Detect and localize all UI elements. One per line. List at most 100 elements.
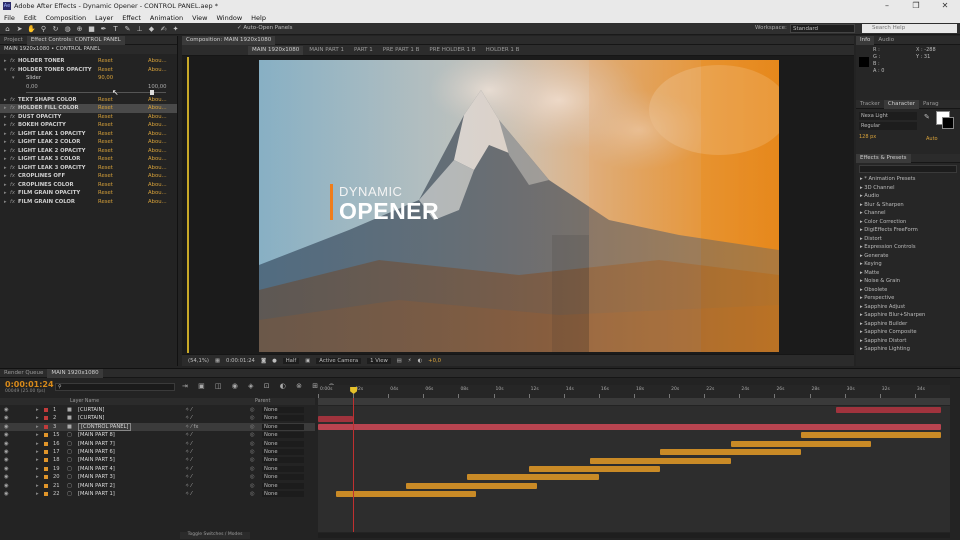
layer-label-color[interactable] bbox=[44, 416, 48, 421]
twirl-icon[interactable]: ▸ bbox=[4, 164, 7, 173]
layer-duration-bar[interactable] bbox=[660, 449, 801, 456]
toggle-switches-modes-button[interactable]: Toggle Switches / Modes bbox=[180, 532, 250, 539]
fast-preview-icon[interactable]: ⚡ bbox=[408, 358, 412, 364]
visibility-eye-icon[interactable]: ◉ bbox=[4, 440, 9, 448]
font-style-select[interactable]: Regular bbox=[859, 122, 917, 130]
menu-effect[interactable]: Effect bbox=[122, 14, 141, 22]
playhead-handle[interactable] bbox=[350, 387, 358, 394]
color-icon[interactable]: ● bbox=[272, 358, 277, 364]
exposure-icon[interactable]: ◐ bbox=[418, 358, 423, 364]
layer-label-color[interactable] bbox=[44, 450, 48, 454]
layer-duration-bar[interactable] bbox=[835, 407, 942, 414]
layer-switches[interactable]: ✧ ⁄ bbox=[185, 440, 192, 448]
twirl-icon[interactable]: ▸ bbox=[4, 155, 7, 164]
layer-switches[interactable]: ✧ ⁄ bbox=[185, 414, 192, 422]
zoom-tool-icon[interactable]: ⚲ bbox=[39, 25, 48, 33]
timeline-switch-icons[interactable]: ⇥ ▣ ◫ ◉ ◈ ⊡ ◐ ⊗ ⊞ ◍ bbox=[182, 382, 338, 390]
tab-info[interactable]: Info bbox=[856, 35, 875, 45]
layer-name[interactable]: [MAIN PART 1] bbox=[78, 490, 115, 498]
layer-duration-bar[interactable] bbox=[730, 440, 871, 447]
hand-tool-icon[interactable]: ✋ bbox=[27, 25, 36, 33]
fx-toggle-icon[interactable]: fx bbox=[10, 130, 15, 139]
comp-tab-part-1[interactable]: PART 1 bbox=[350, 46, 377, 55]
effect-about-link[interactable]: Abou... bbox=[148, 138, 167, 147]
parent-select[interactable]: None bbox=[262, 482, 304, 489]
effect-reset-link[interactable]: Reset bbox=[98, 104, 113, 113]
layer-switches[interactable]: ✧ ⁄ bbox=[185, 406, 192, 414]
effect-reset-link[interactable]: Reset bbox=[98, 147, 113, 156]
effect-reset-link[interactable]: Reset bbox=[98, 172, 113, 181]
auto-open-panels-checkbox[interactable]: ✓ Auto-Open Panels bbox=[237, 25, 293, 31]
effect-row[interactable]: ▸ fx LIGHT LEAK 2 COLOR Reset Abou... bbox=[0, 138, 177, 147]
twirl-icon[interactable]: ▸ bbox=[4, 96, 7, 105]
layer-row[interactable]: ◉ ▸ 2 ■ [CURTAIN] ✧ ⁄ ◎ None bbox=[0, 414, 315, 422]
fx-toggle-icon[interactable]: fx bbox=[10, 189, 15, 198]
fx-toggle-icon[interactable]: fx bbox=[10, 96, 15, 105]
effect-row[interactable]: ▸ fx BOKEH OPACITY Reset Abou... bbox=[0, 121, 177, 130]
layer-name[interactable]: [MAIN PART 4] bbox=[78, 465, 115, 473]
pen-tool-icon[interactable]: ✒ bbox=[99, 25, 108, 33]
parent-select[interactable]: None bbox=[262, 407, 304, 413]
layer-row[interactable]: ◉ ▸ 1 ■ [CURTAIN] ✧ ⁄ ◎ None bbox=[0, 406, 315, 414]
parent-pickwhip-icon[interactable]: ◎ bbox=[250, 473, 255, 481]
effect-row[interactable]: ▸ fx HOLDER TONER Reset Abou... bbox=[0, 57, 177, 66]
menu-window[interactable]: Window bbox=[217, 14, 243, 22]
visibility-eye-icon[interactable]: ◉ bbox=[4, 423, 9, 431]
parent-select[interactable]: None bbox=[262, 423, 304, 430]
effect-reset-link[interactable]: Reset bbox=[98, 57, 113, 66]
parent-pickwhip-icon[interactable]: ◎ bbox=[250, 490, 255, 498]
twirl-icon[interactable]: ▸ bbox=[4, 113, 7, 122]
effect-reset-link[interactable]: Reset bbox=[98, 189, 113, 198]
effect-reset-link[interactable]: Reset bbox=[98, 130, 113, 139]
layer-label-color[interactable] bbox=[44, 408, 48, 412]
roto-tool-icon[interactable]: ✍ bbox=[159, 25, 168, 33]
fx-toggle-icon[interactable]: fx bbox=[10, 104, 15, 113]
effect-reset-link[interactable]: Reset bbox=[98, 96, 113, 105]
visibility-eye-icon[interactable]: ◉ bbox=[4, 414, 9, 422]
comp-tab-pre-holder-1b[interactable]: PRE HOLDER 1 B bbox=[425, 46, 479, 55]
effect-about-link[interactable]: Abou... bbox=[148, 172, 167, 181]
fx-toggle-icon[interactable]: fx bbox=[10, 138, 15, 147]
layer-name[interactable]: [MAIN PART 7] bbox=[78, 440, 115, 448]
layer-switches[interactable]: ✧ ⁄ bbox=[185, 482, 192, 490]
slider-handle[interactable] bbox=[150, 89, 154, 95]
effect-row[interactable]: ▸ fx FILM GRAIN OPACITY Reset Abou... bbox=[0, 189, 177, 198]
minimize-button[interactable]: – bbox=[873, 0, 901, 12]
effects-category-item[interactable]: ▸ Sapphire Adjust bbox=[856, 303, 960, 312]
camera-select[interactable]: Active Camera bbox=[316, 357, 362, 364]
layer-row[interactable]: ◉ ▸ 17 ▢ [MAIN PART 6] ✧ ⁄ ◎ None bbox=[0, 448, 315, 456]
layer-duration-bar[interactable] bbox=[800, 432, 942, 439]
parent-pickwhip-icon[interactable]: ◎ bbox=[250, 465, 255, 473]
layer-label-color[interactable] bbox=[44, 483, 48, 488]
fx-toggle-icon[interactable]: fx bbox=[10, 181, 15, 190]
close-button[interactable]: ✕ bbox=[931, 0, 959, 12]
fx-toggle-icon[interactable]: fx bbox=[10, 121, 15, 130]
menu-composition[interactable]: Composition bbox=[45, 14, 86, 22]
layer-name[interactable]: [MAIN PART 8] bbox=[78, 431, 115, 439]
fx-toggle-icon[interactable]: fx bbox=[10, 155, 15, 164]
workspace-select[interactable]: Standard bbox=[790, 24, 855, 33]
effect-reset-link[interactable]: Reset bbox=[98, 181, 113, 190]
visibility-eye-icon[interactable]: ◉ bbox=[4, 473, 9, 481]
twirl-icon[interactable]: ▾ bbox=[4, 66, 7, 75]
effects-category-item[interactable]: ▸ Perspective bbox=[856, 294, 960, 303]
fx-toggle-icon[interactable]: fx bbox=[10, 113, 15, 122]
effect-reset-link[interactable]: Reset bbox=[98, 198, 113, 207]
tab-effect-controls[interactable]: Effect Controls: CONTROL PANEL bbox=[26, 35, 125, 45]
parent-pickwhip-icon[interactable]: ◎ bbox=[250, 456, 255, 464]
timeline-scrollbar[interactable] bbox=[318, 533, 950, 538]
layer-label-color[interactable] bbox=[44, 466, 48, 471]
layer-label-color[interactable] bbox=[44, 475, 48, 480]
layer-duration-bar[interactable] bbox=[318, 424, 942, 430]
layer-switches[interactable]: ✧ ⁄ bbox=[185, 448, 192, 456]
type-tool-icon[interactable]: T bbox=[111, 25, 120, 33]
exposure-value[interactable]: +0,0 bbox=[428, 358, 441, 364]
tab-composition[interactable]: Composition: MAIN 1920x1080 bbox=[182, 35, 276, 45]
current-time-display[interactable]: 0:00:01:24 bbox=[226, 358, 255, 364]
effects-category-item[interactable]: ▸ Expression Controls bbox=[856, 243, 960, 252]
effects-category-item[interactable]: ▸ Distort bbox=[856, 235, 960, 244]
effects-category-item[interactable]: ▸ Generate bbox=[856, 252, 960, 261]
layer-switches[interactable]: ✧ ⁄ bbox=[185, 431, 192, 439]
selection-tool-icon[interactable]: ➤ bbox=[15, 25, 24, 33]
rotate-tool-icon[interactable]: ↻ bbox=[51, 25, 60, 33]
